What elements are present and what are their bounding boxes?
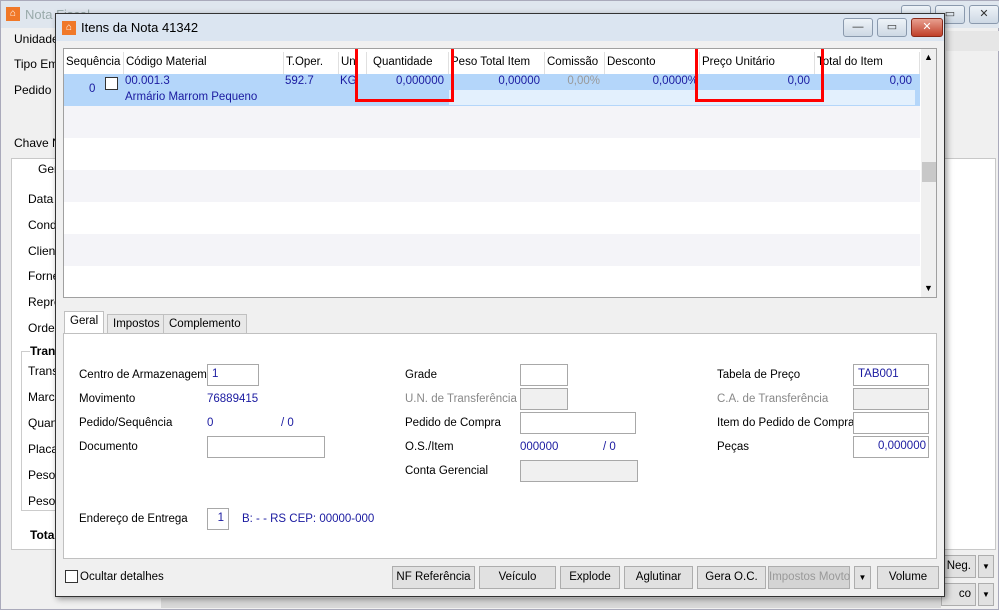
bg-neg-button[interactable]: Neg. <box>941 555 976 578</box>
bg-label: Placa <box>28 442 59 456</box>
bg-label: Peso <box>28 468 56 482</box>
geral-panel: Centro de Armazenagem 1 Movimento 768894… <box>63 333 937 559</box>
os-item-value: / 0 <box>603 441 616 453</box>
nf-referencia-button[interactable]: NF Referência <box>392 566 475 589</box>
bg-group-title: Tran <box>30 344 56 358</box>
close-button[interactable]: ✕ <box>911 18 943 37</box>
tab-impostos[interactable]: Impostos <box>107 314 166 335</box>
volume-button[interactable]: Volume <box>877 566 939 589</box>
veiculo-button[interactable]: Veículo <box>479 566 556 589</box>
col-header-peso-total[interactable]: Peso Total Item <box>449 52 545 74</box>
bg-total-label: Tota <box>30 528 55 542</box>
cell-descricao: Armário Marrom Pequeno <box>125 91 258 103</box>
grade-input[interactable] <box>520 364 568 386</box>
label-os-item: O.S./Item <box>405 441 454 453</box>
col-header-desconto[interactable]: Desconto <box>605 52 700 74</box>
movimento-value: 76889415 <box>207 393 259 405</box>
bg-field <box>946 31 999 51</box>
documento-input[interactable] <box>207 436 325 458</box>
label-pedido-compra: Pedido de Compra <box>405 417 501 429</box>
label-un-transferencia: U.N. de Transferência <box>405 393 517 405</box>
highlight-quantidade <box>355 49 454 102</box>
label-chave: Chave N <box>14 136 61 150</box>
bg-co-button[interactable]: co <box>941 583 976 606</box>
label-ca-transferencia: C.A. de Transferência <box>717 393 829 405</box>
pedido-compra-input[interactable] <box>520 412 636 434</box>
label-documento: Documento <box>79 441 138 453</box>
bg-button-row <box>161 598 941 608</box>
bg-label: Data <box>28 192 54 206</box>
cell-comissao: 0,00% <box>567 75 600 87</box>
empty-row <box>64 106 920 138</box>
app-icon: ⌂ <box>62 21 76 35</box>
gera-oc-button[interactable]: Gera O.C. <box>697 566 766 589</box>
label-pedido-sequencia: Pedido/Sequência <box>79 417 173 429</box>
minimize-button[interactable]: — <box>843 18 873 37</box>
explode-button[interactable]: Explode <box>560 566 620 589</box>
centro-armazenagem-input[interactable]: 1 <box>207 364 259 386</box>
ca-transferencia-input <box>853 388 929 410</box>
maximize-button[interactable]: ▭ <box>877 18 907 37</box>
scroll-thumb[interactable] <box>922 162 936 182</box>
label-tabela-preco: Tabela de Preço <box>717 369 801 381</box>
app-icon: ⌂ <box>6 7 20 21</box>
cell-t-oper: 592.7 <box>285 75 314 87</box>
dialog-title-bar: ⌂ Itens da Nota 41342 — ▭ ✕ <box>56 14 944 41</box>
label-pecas: Peças <box>717 441 749 453</box>
dialog-title: Itens da Nota 41342 <box>81 20 199 35</box>
bg-label: Peso <box>28 494 56 508</box>
cell-codigo: 00.001.3 <box>125 75 170 87</box>
aglutinar-button[interactable]: Aglutinar <box>624 566 693 589</box>
label-movimento: Movimento <box>79 393 136 405</box>
cell-peso-total: 0,00000 <box>498 75 540 87</box>
bg-dropdown-button[interactable]: ▼ <box>978 555 994 578</box>
bg-label: Trans <box>28 364 59 378</box>
grid-scrollbar[interactable]: ▲ ▼ <box>921 49 936 297</box>
empty-row <box>64 170 920 202</box>
col-header-sequencia[interactable]: Sequência <box>64 52 124 74</box>
row-subline <box>449 90 915 105</box>
items-grid: Sequência Código Material T.Oper. Un Qua… <box>63 48 937 298</box>
conta-gerencial-input <box>520 460 638 482</box>
sequencia-value: / 0 <box>281 417 294 429</box>
col-header-codigo-material[interactable]: Código Material <box>124 52 284 74</box>
endereco-entrega-input[interactable]: 1 <box>207 508 229 530</box>
cell-total-item: 0,00 <box>889 75 912 87</box>
item-pedido-compra-input[interactable] <box>853 412 929 434</box>
endereco-text: B: - - RS CEP: 00000-000 <box>242 513 375 525</box>
scroll-up-icon[interactable]: ▲ <box>924 52 933 62</box>
empty-row <box>64 234 920 266</box>
bg-label: Quan <box>28 416 58 430</box>
col-header-t-oper[interactable]: T.Oper. <box>284 52 339 74</box>
bg-close-button[interactable]: ✕ <box>969 5 999 24</box>
label-item-pedido-compra: Item do Pedido de Compra <box>717 417 855 429</box>
col-header-comissao[interactable]: Comissão <box>545 52 605 74</box>
label-centro-armazenagem: Centro de Armazenagem <box>79 369 207 381</box>
tabela-preco-input[interactable]: TAB001 <box>853 364 929 386</box>
ocultar-detalhes-checkbox[interactable] <box>65 570 78 583</box>
cell-desconto: 0,0000% <box>652 75 698 87</box>
label-unidade: Unidade <box>14 32 59 46</box>
tab-geral[interactable]: Geral <box>64 311 105 334</box>
col-header-total-item[interactable]: Total do Item <box>815 52 920 74</box>
row-checkbox[interactable] <box>105 77 118 90</box>
impostos-movto-button: Impostos Movto <box>768 566 850 589</box>
label-grade: Grade <box>405 369 437 381</box>
more-dropdown-button[interactable]: ▼ <box>854 566 871 589</box>
tab-complemento[interactable]: Complemento <box>163 314 247 335</box>
cell-sequencia: 0 <box>89 83 96 95</box>
label-endereco-entrega: Endereço de Entrega <box>79 513 188 525</box>
scroll-down-icon[interactable]: ▼ <box>924 283 933 293</box>
pedido-value: 0 <box>207 417 214 429</box>
ocultar-detalhes-label[interactable]: Ocultar detalhes <box>80 571 164 583</box>
bg-dropdown-button[interactable]: ▼ <box>978 583 994 606</box>
os-value: 000000 <box>520 441 559 453</box>
itens-da-nota-dialog: ⌂ Itens da Nota 41342 — ▭ ✕ Sequência Có… <box>55 13 945 597</box>
label-pedido: Pedido <box>14 83 52 97</box>
highlight-preco-unitario <box>695 49 824 102</box>
un-transferencia-input <box>520 388 568 410</box>
label-conta-gerencial: Conta Gerencial <box>405 465 489 477</box>
pecas-input[interactable]: 0,000000 <box>853 436 929 458</box>
